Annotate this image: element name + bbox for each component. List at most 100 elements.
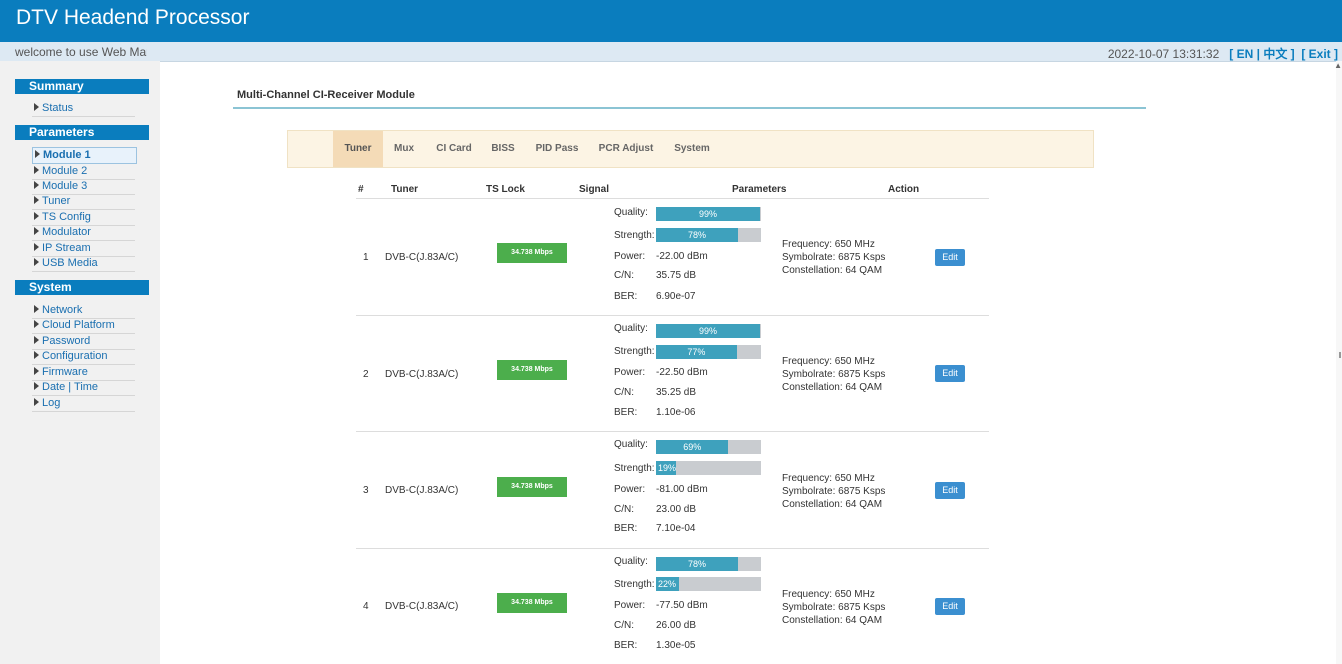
arrow-right-icon <box>34 181 39 189</box>
strength-bar: 22% <box>656 577 761 591</box>
row-number: 2 <box>363 369 369 380</box>
param-symbolrate: Symbolrate: 6875 Ksps <box>782 252 886 263</box>
cn-value: 35.25 dB <box>656 387 697 398</box>
quality-label: Quality: <box>614 207 648 218</box>
strength-percent: 78% <box>687 230 706 240</box>
exit-link[interactable]: [ Exit ] <box>1301 47 1338 61</box>
sidebar-item-date-time[interactable]: Date | Time <box>32 380 135 396</box>
row-number: 3 <box>363 485 369 496</box>
ts-lock-badge: 34.738 Mbps <box>497 477 567 497</box>
cn-value: 35.75 dB <box>656 270 697 281</box>
sidebar-item-ip-stream[interactable]: IP Stream <box>32 241 135 257</box>
sidebar-item-ts-config[interactable]: TS Config <box>32 210 135 226</box>
sidebar-header-system: System <box>15 280 149 295</box>
strength-label: Strength: <box>614 579 655 590</box>
arrow-right-icon <box>34 196 39 204</box>
sidebar-item-password[interactable]: Password <box>32 334 135 350</box>
arrow-right-icon <box>34 166 39 174</box>
ber-label: BER: <box>614 291 638 302</box>
quality-percent: 99% <box>698 209 717 219</box>
edit-button[interactable]: Edit <box>935 482 965 499</box>
ber-value: 1.30e-05 <box>656 640 696 651</box>
table-divider <box>356 198 989 199</box>
strength-label: Strength: <box>614 346 655 357</box>
sidebar-item-network[interactable]: Network <box>32 303 135 319</box>
param-frequency: Frequency: 650 MHz <box>782 473 875 484</box>
edit-button[interactable]: Edit <box>935 365 965 382</box>
param-frequency: Frequency: 650 MHz <box>782 589 875 600</box>
strength-label: Strength: <box>614 230 655 241</box>
tab-bar: Tuner Mux CI Card BISS PID Pass PCR Adju… <box>287 130 1094 168</box>
tab-pid-pass[interactable]: PID Pass <box>530 131 584 167</box>
tab-tuner[interactable]: Tuner <box>333 131 383 167</box>
power-label: Power: <box>614 484 646 495</box>
strength-percent: 19% <box>658 463 677 473</box>
quality-percent: 99% <box>698 326 717 336</box>
power-value: -81.00 dBm <box>656 484 708 495</box>
quality-label: Quality: <box>614 439 648 450</box>
sidebar-item-module-2[interactable]: Module 2 <box>32 164 135 180</box>
sidebar-header-summary: Summary <box>15 79 149 94</box>
col-header-tuner: Tuner <box>391 184 419 195</box>
top-right-info: 2022-10-07 13:31:32 [ EN | 中文 ] [ Exit ] <box>1108 45 1338 62</box>
edit-button[interactable]: Edit <box>935 249 965 266</box>
edit-button[interactable]: Edit <box>935 598 965 615</box>
col-header-signal: Signal <box>579 184 610 195</box>
tab-pcr-adjust[interactable]: PCR Adjust <box>593 131 659 167</box>
cn-value: 23.00 dB <box>656 504 697 515</box>
strength-percent: 22% <box>658 579 677 589</box>
arrow-right-icon <box>34 243 39 251</box>
tab-ci-card[interactable]: CI Card <box>429 131 479 167</box>
row-tuner: DVB-C(J.83A/C) <box>385 601 459 612</box>
tab-mux[interactable]: Mux <box>388 131 420 167</box>
param-frequency: Frequency: 650 MHz <box>782 239 875 250</box>
param-symbolrate: Symbolrate: 6875 Ksps <box>782 369 886 380</box>
row-number: 1 <box>363 252 369 263</box>
arrow-right-icon <box>34 336 39 344</box>
arrow-right-icon <box>34 305 39 313</box>
sidebar-item-configuration[interactable]: Configuration <box>32 349 135 365</box>
arrow-right-icon <box>34 258 39 266</box>
strength-bar: 77% <box>656 345 761 359</box>
sidebar-item-cloud-platform[interactable]: Cloud Platform <box>32 318 135 334</box>
scroll-up-icon[interactable]: ▲ <box>1334 61 1342 70</box>
quality-label: Quality: <box>614 323 648 334</box>
arrow-right-icon <box>34 367 39 375</box>
param-symbolrate: Symbolrate: 6875 Ksps <box>782 486 886 497</box>
arrow-right-icon <box>34 320 39 328</box>
param-constellation: Constellation: 64 QAM <box>782 499 883 510</box>
sidebar-item-status[interactable]: Status <box>32 101 135 117</box>
param-constellation: Constellation: 64 QAM <box>782 615 883 626</box>
sidebar-item-tuner[interactable]: Tuner <box>32 194 135 210</box>
sidebar-item-usb-media[interactable]: USB Media <box>32 256 135 272</box>
welcome-text: welcome to use Web Management <box>15 45 147 59</box>
table-divider <box>356 548 989 549</box>
sidebar-item-module-1[interactable]: Module 1 <box>32 147 137 164</box>
scroll-grip-icon <box>1339 352 1341 358</box>
header-bar: DTV Headend Processor <box>0 0 1342 42</box>
param-symbolrate: Symbolrate: 6875 Ksps <box>782 602 886 613</box>
row-tuner: DVB-C(J.83A/C) <box>385 369 459 380</box>
sidebar-item-log[interactable]: Log <box>32 396 135 412</box>
lang-zh-link[interactable]: 中文 ] <box>1263 47 1294 61</box>
sidebar-item-firmware[interactable]: Firmware <box>32 365 135 381</box>
ts-lock-badge: 34.738 Mbps <box>497 593 567 613</box>
sidebar-item-modulator[interactable]: Modulator <box>32 225 135 241</box>
module-title: Multi-Channel CI-Receiver Module <box>237 89 415 101</box>
tab-biss[interactable]: BISS <box>486 131 520 167</box>
quality-bar: 99% <box>656 207 761 221</box>
ber-value: 6.90e-07 <box>656 291 696 302</box>
quality-bar: 99% <box>656 324 761 338</box>
lang-en-link[interactable]: [ EN | <box>1229 47 1260 61</box>
datetime: 2022-10-07 13:31:32 <box>1107 47 1220 61</box>
tab-system[interactable]: System <box>668 131 716 167</box>
arrow-right-icon <box>34 227 39 235</box>
page-scrollbar[interactable] <box>1336 61 1342 664</box>
arrow-right-icon <box>35 150 40 158</box>
power-label: Power: <box>614 600 646 611</box>
quality-label: Quality: <box>614 556 648 567</box>
col-header-parameters: Parameters <box>732 184 787 195</box>
col-header-num: # <box>358 184 364 195</box>
sidebar-item-module-3[interactable]: Module 3 <box>32 179 135 195</box>
power-label: Power: <box>614 251 646 262</box>
